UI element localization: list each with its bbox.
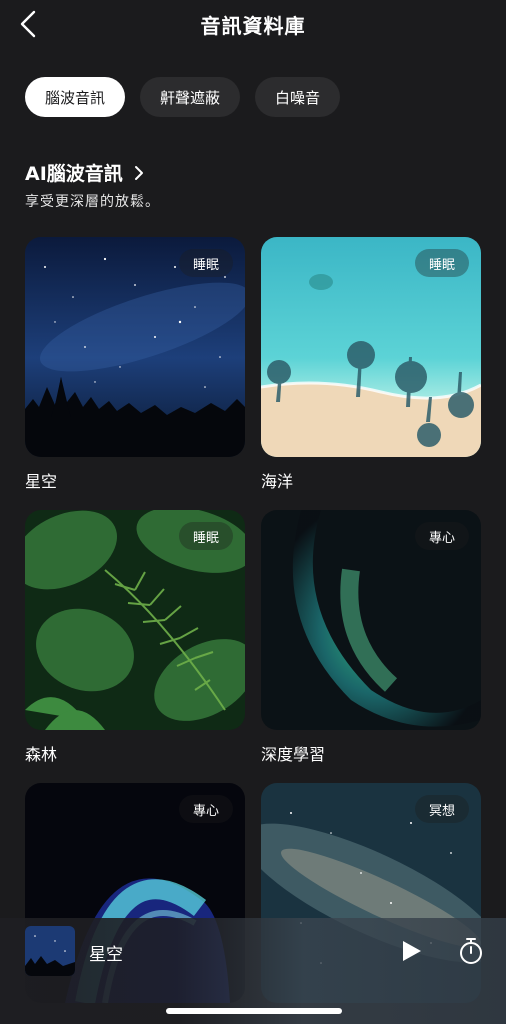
badge-sleep: 睡眠 bbox=[414, 249, 469, 277]
card-ocean[interactable]: 睡眠 bbox=[261, 237, 481, 457]
badge-meditation: 冥想 bbox=[414, 795, 469, 823]
tab-white-noise[interactable]: 白噪音 bbox=[255, 77, 341, 117]
card-deep-learning[interactable]: 專心 bbox=[261, 510, 481, 730]
play-icon[interactable] bbox=[398, 938, 424, 964]
player-artwork bbox=[25, 926, 75, 976]
card-label: 海洋 bbox=[261, 472, 294, 491]
page-title: 音訊資料庫 bbox=[200, 14, 306, 38]
tab-brainwave[interactable]: 腦波音訊 bbox=[25, 77, 126, 117]
badge-focus: 專心 bbox=[414, 522, 469, 550]
section-title: AI腦波音訊 bbox=[25, 163, 123, 185]
tab-snore-masking[interactable]: 鼾聲遮蔽 bbox=[140, 77, 241, 117]
section-subtitle: 享受更深層的放鬆。 bbox=[25, 194, 160, 210]
player-track-title: 星空 bbox=[89, 945, 123, 965]
card-label: 深度學習 bbox=[261, 745, 326, 764]
header: 音訊資料庫 bbox=[0, 0, 506, 48]
card-forest[interactable]: 睡眠 bbox=[25, 510, 245, 730]
category-tabs: 腦波音訊 鼾聲遮蔽 白噪音 bbox=[25, 77, 341, 117]
card-label: 森林 bbox=[25, 745, 58, 764]
badge-sleep: 睡眠 bbox=[178, 522, 233, 550]
badge-sleep: 睡眠 bbox=[178, 249, 233, 277]
card-starry-sky[interactable]: 睡眠 bbox=[25, 237, 245, 457]
timer-icon[interactable] bbox=[457, 936, 485, 966]
section-title-link[interactable]: AI腦波音訊 bbox=[25, 159, 145, 186]
chevron-right-icon bbox=[134, 165, 143, 180]
badge-focus: 專心 bbox=[178, 795, 233, 823]
card-label: 星空 bbox=[25, 472, 58, 491]
home-indicator bbox=[166, 1008, 342, 1014]
